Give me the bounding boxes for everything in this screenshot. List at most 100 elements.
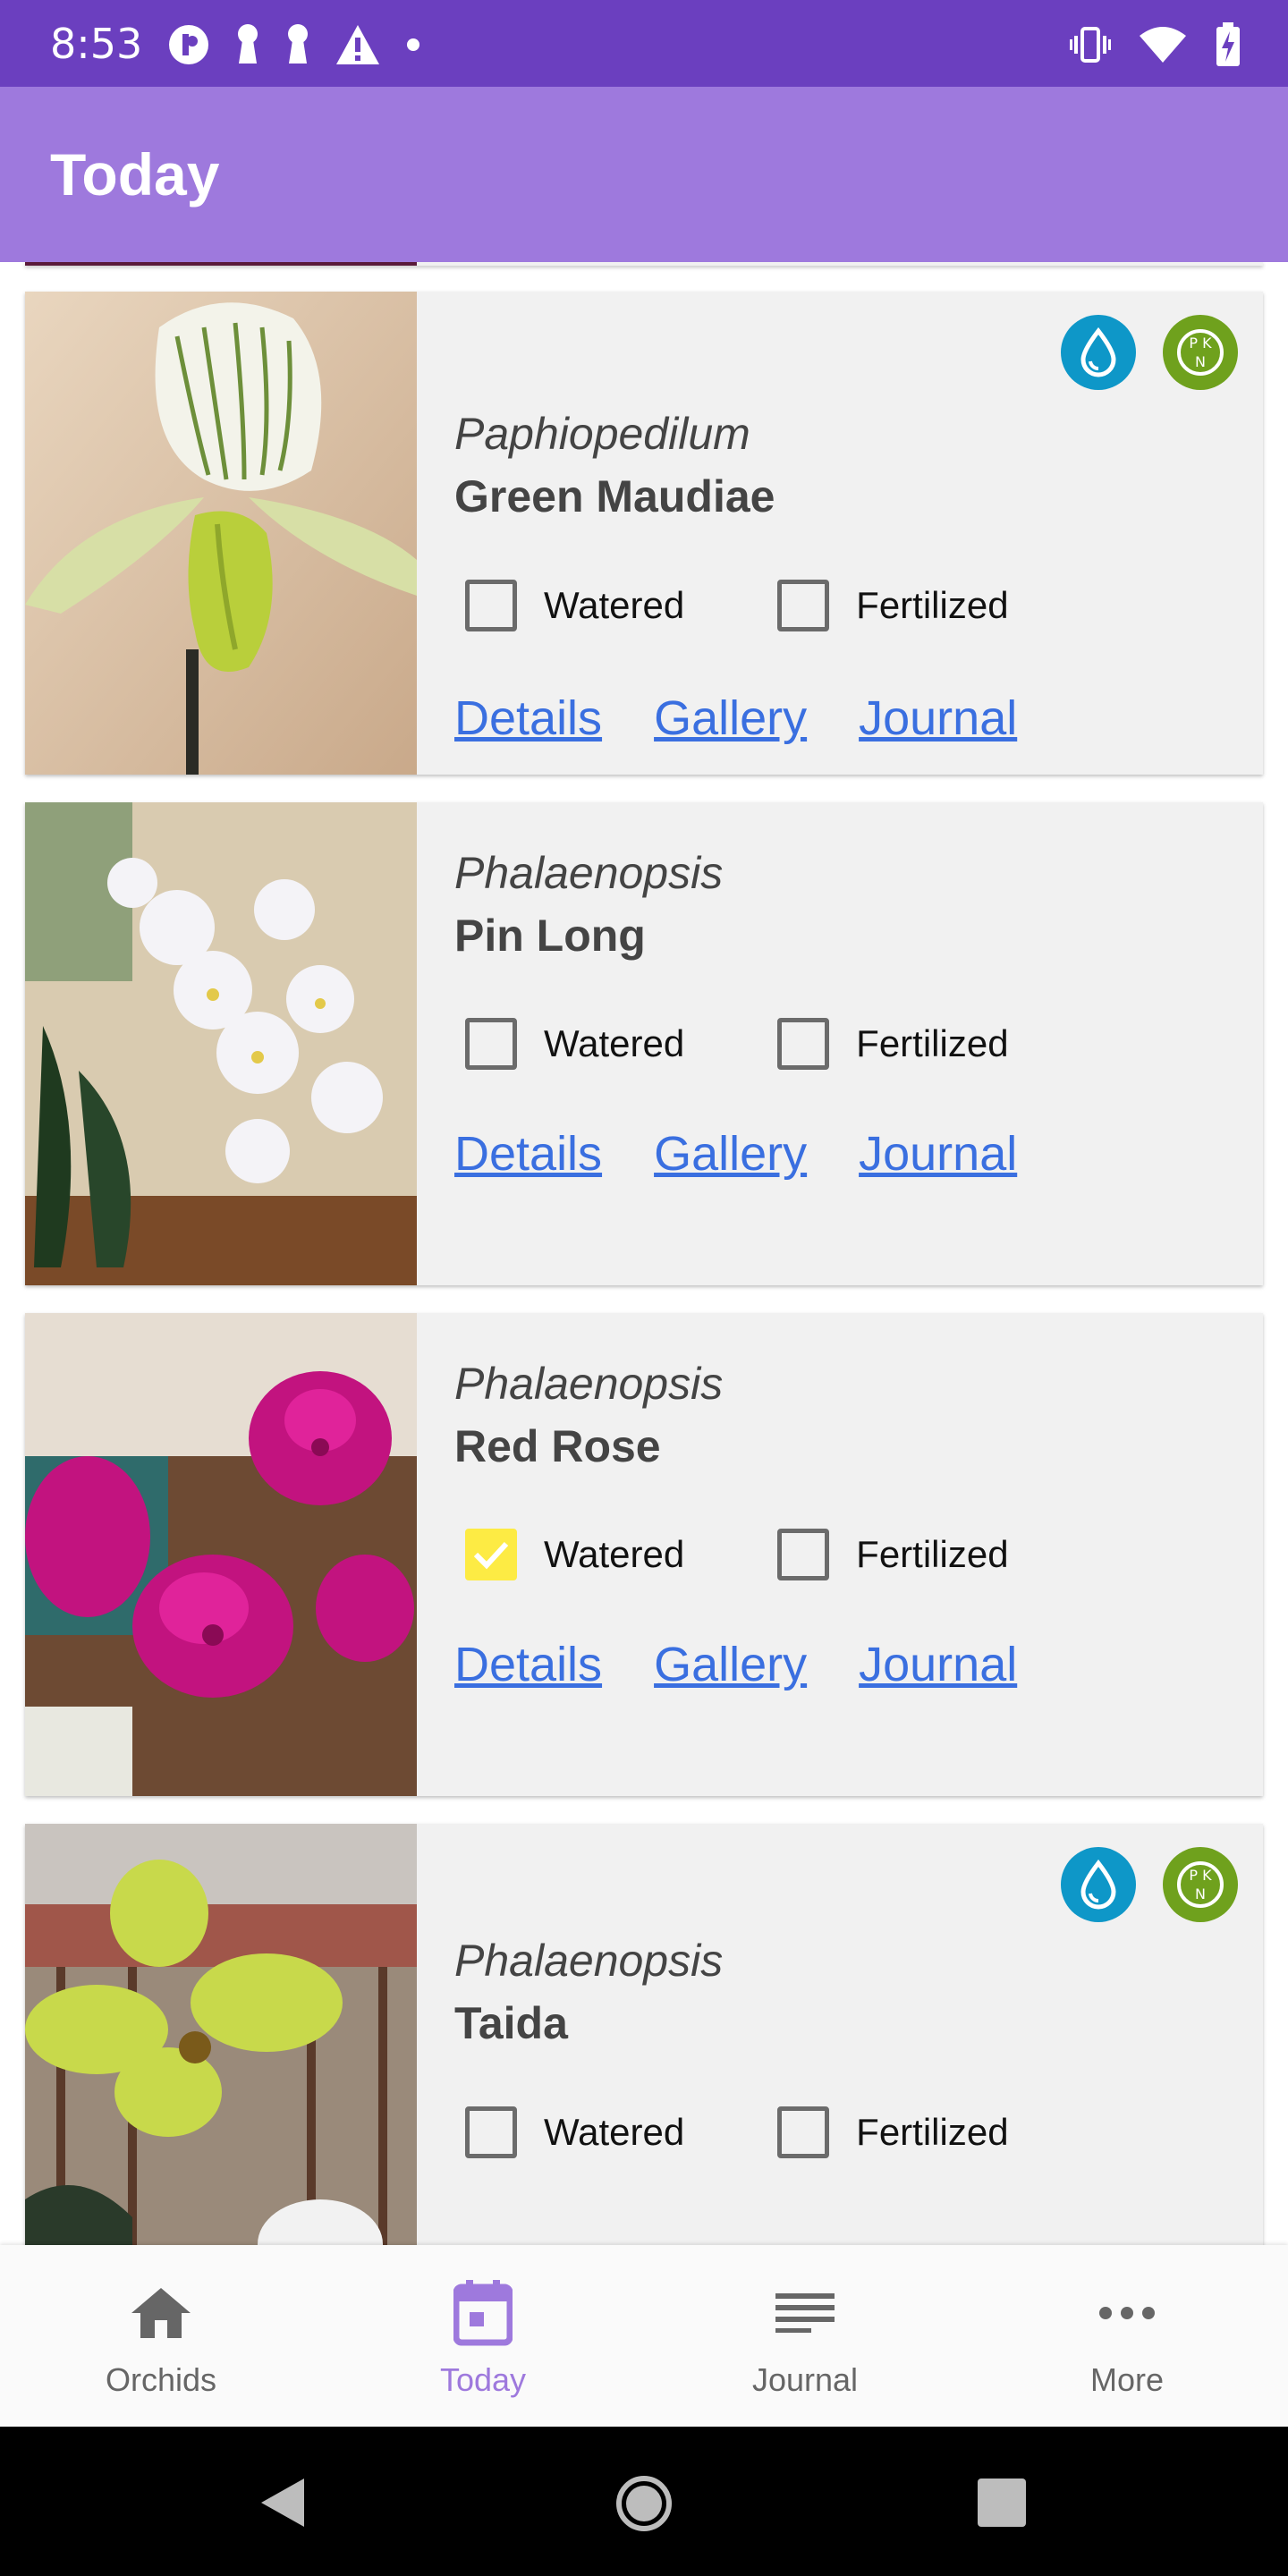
fertilized-label: Fertilized (856, 584, 1009, 626)
card-links: Details Gallery Journal (454, 1126, 1069, 1182)
watered-checkbox-box[interactable] (465, 2106, 517, 2158)
care-checkboxes: Watered Fertilized (454, 2106, 1091, 2158)
app-bar: Today (0, 87, 1288, 262)
journal-link[interactable]: Journal (859, 1126, 1017, 1182)
dot-icon (407, 38, 419, 51)
orchid-card[interactable]: P KN Paphiopedilum Green Maudiae Watered… (25, 292, 1263, 775)
watered-label: Watered (544, 2111, 685, 2153)
fertilized-checkbox-box[interactable] (777, 1018, 830, 1070)
notes-icon (769, 2277, 841, 2349)
previous-card-edge (25, 262, 1263, 266)
watered-checkbox[interactable]: Watered (454, 1018, 684, 1070)
gallery-link[interactable]: Gallery (654, 1637, 807, 1692)
nav-item-orchids[interactable]: Orchids (0, 2245, 322, 2427)
fertilizer-icon[interactable]: P KN (1163, 1847, 1238, 1922)
orchid-card[interactable]: Phalaenopsis Red Rose Watered Fertilized… (25, 1313, 1263, 1796)
fertilized-checkbox-box[interactable] (777, 580, 830, 631)
svg-text:P K: P K (1189, 1867, 1212, 1884)
gallery-link[interactable]: Gallery (654, 691, 807, 746)
watered-checkbox[interactable]: Watered (454, 2106, 684, 2158)
orchid-card-list[interactable]: P KN Paphiopedilum Green Maudiae Watered… (0, 262, 1288, 2245)
status-time: 8:53 (50, 20, 143, 68)
keyhole-icon (288, 24, 308, 64)
page-title: Today (50, 141, 220, 208)
fertilized-checkbox-box[interactable] (777, 1529, 830, 1580)
watered-label: Watered (544, 1022, 685, 1064)
details-link[interactable]: Details (454, 691, 602, 746)
watered-checkbox[interactable]: Watered (454, 1529, 684, 1580)
svg-text:P K: P K (1189, 335, 1212, 352)
nav-item-more[interactable]: More (966, 2245, 1288, 2427)
orchid-photo[interactable] (25, 292, 417, 775)
fertilized-checkbox-box[interactable] (777, 2106, 830, 2158)
care-badges: P KN (1061, 315, 1238, 390)
water-drop-icon[interactable] (1061, 315, 1136, 390)
details-link[interactable]: Details (454, 1637, 602, 1692)
orchid-name: Pin Long (454, 911, 646, 961)
orchid-photo[interactable] (25, 802, 417, 1285)
care-badges: P KN (1061, 1847, 1238, 1922)
vibrate-icon (1070, 27, 1111, 63)
orchid-card[interactable]: Phalaenopsis Pin Long Watered Fertilized… (25, 802, 1263, 1285)
nav-label: Orchids (105, 2361, 217, 2398)
warning-icon (336, 25, 379, 64)
fertilized-checkbox[interactable]: Fertilized (767, 2106, 1009, 2158)
more-icon (1091, 2277, 1163, 2349)
nav-label: More (1089, 2361, 1165, 2398)
status-icons-right (1070, 20, 1241, 70)
home-icon (125, 2277, 197, 2349)
card-body: P KN Phalaenopsis Taida Watered Fertiliz… (454, 1824, 1263, 2245)
watered-checkbox[interactable]: Watered (454, 580, 684, 631)
battery-charging-icon (1216, 22, 1240, 66)
home-button-icon[interactable] (615, 2475, 673, 2532)
card-body: Phalaenopsis Pin Long Watered Fertilized… (454, 802, 1263, 1285)
orchid-photo[interactable] (25, 1313, 417, 1796)
details-link[interactable]: Details (454, 1126, 602, 1182)
nav-label: Today (439, 2361, 527, 2398)
watered-checkbox-box[interactable] (465, 580, 517, 631)
watered-checkbox-box[interactable] (465, 1018, 517, 1070)
care-checkboxes: Watered Fertilized (454, 580, 1091, 631)
orchid-name: Green Maudiae (454, 471, 775, 521)
status-icons-left (166, 20, 422, 70)
recents-icon[interactable] (978, 2479, 1026, 2527)
back-icon[interactable] (259, 2477, 306, 2529)
card-body: P KN Paphiopedilum Green Maudiae Watered… (454, 292, 1263, 775)
fertilized-checkbox[interactable]: Fertilized (767, 1018, 1009, 1070)
card-body: Phalaenopsis Red Rose Watered Fertilized… (454, 1313, 1263, 1796)
journal-link[interactable]: Journal (859, 1637, 1017, 1692)
wifi-icon (1140, 27, 1186, 63)
fertilized-label: Fertilized (856, 2111, 1009, 2153)
system-navigation-bar (0, 2427, 1288, 2576)
orchid-genus: Phalaenopsis (454, 848, 724, 898)
fertilized-label: Fertilized (856, 1022, 1009, 1064)
svg-text:N: N (1195, 353, 1206, 370)
orchid-genus: Phalaenopsis (454, 1359, 724, 1409)
nav-item-today[interactable]: Today (322, 2245, 644, 2427)
fertilized-checkbox[interactable]: Fertilized (767, 580, 1009, 631)
keyhole-icon (238, 24, 258, 64)
watered-checkbox-box[interactable] (465, 1529, 517, 1580)
checkmark-icon (473, 1541, 509, 1570)
water-drop-icon[interactable] (1061, 1847, 1136, 1922)
care-checkboxes: Watered Fertilized (454, 1529, 1091, 1580)
journal-link[interactable]: Journal (859, 691, 1017, 746)
orchid-name: Red Rose (454, 1421, 661, 1471)
card-links: Details Gallery Journal (454, 1637, 1069, 1692)
calendar-icon (447, 2277, 519, 2349)
gallery-link[interactable]: Gallery (654, 1126, 807, 1182)
orchid-card[interactable]: P KN Phalaenopsis Taida Watered Fertiliz… (25, 1824, 1263, 2245)
fertilizer-icon[interactable]: P KN (1163, 315, 1238, 390)
orchid-photo[interactable] (25, 1824, 417, 2245)
fertilized-label: Fertilized (856, 1533, 1009, 1575)
bottom-navigation: Orchids Today Journal More (0, 2245, 1288, 2427)
app-notification-icon (169, 25, 208, 64)
orchid-genus: Paphiopedilum (454, 409, 750, 459)
care-checkboxes: Watered Fertilized (454, 1018, 1091, 1070)
status-bar: 8:53 (0, 0, 1288, 87)
svg-text:N: N (1195, 1885, 1206, 1902)
fertilized-checkbox[interactable]: Fertilized (767, 1529, 1009, 1580)
card-links: Details Gallery Journal (454, 691, 1069, 746)
orchid-name: Taida (454, 1998, 568, 2048)
nav-item-journal[interactable]: Journal (644, 2245, 966, 2427)
